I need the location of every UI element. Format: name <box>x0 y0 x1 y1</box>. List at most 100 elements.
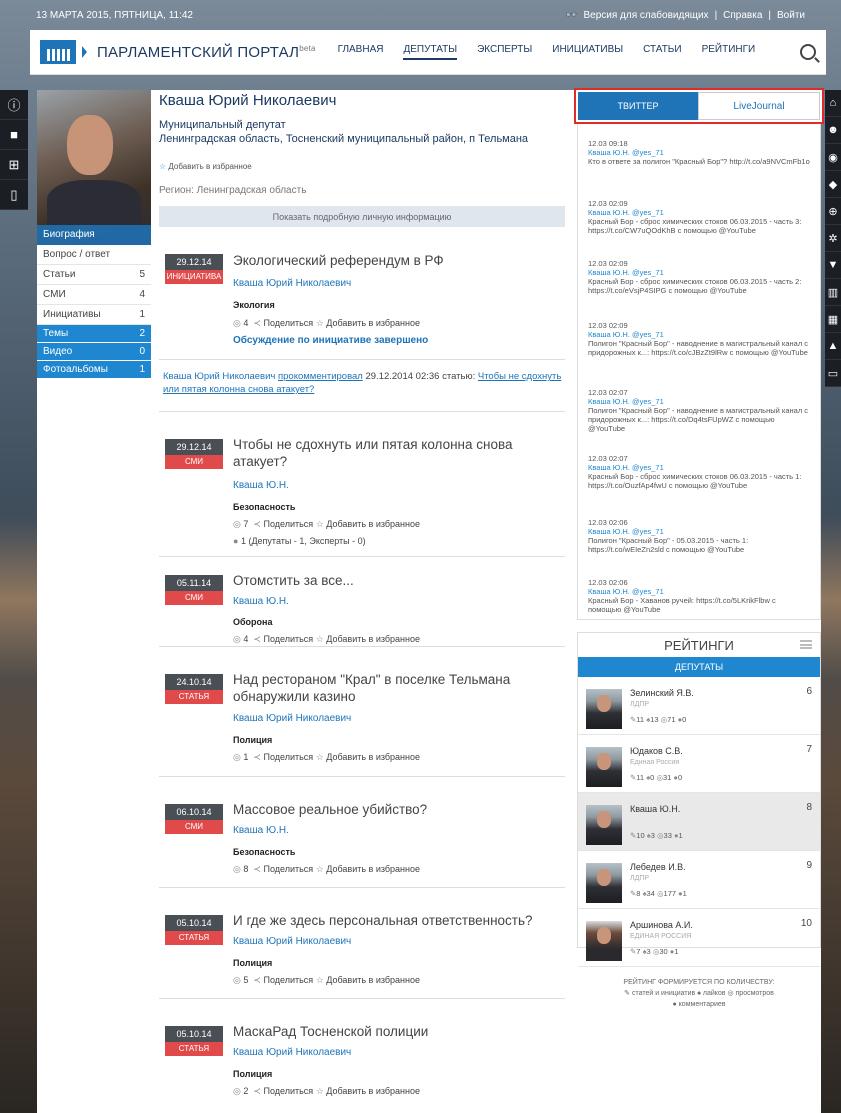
favorite-button[interactable]: Добавить в избранное <box>326 864 420 874</box>
favorite-button[interactable]: Добавить в избранное <box>326 975 420 985</box>
tree-icon[interactable]: ▲ <box>825 333 841 360</box>
menu-item-media[interactable]: СМИ 4 <box>37 285 151 305</box>
item-author[interactable]: Кваша Юрий Николаевич <box>233 936 351 947</box>
search-icon[interactable] <box>800 44 816 60</box>
profile-sidebar: Биография Вопрос / ответ Статьи 5 СМИ 4 Ин… <box>37 90 151 379</box>
item-author[interactable]: Кваша Юрий Николаевич <box>233 278 351 289</box>
menu-item-qa[interactable]: Вопрос / ответ <box>37 245 151 265</box>
item-title[interactable]: Отомстить за все... <box>233 572 553 589</box>
add-favorite-button[interactable]: ☆ Добавить в избранное <box>159 162 565 171</box>
share-button[interactable]: Поделиться <box>263 634 313 644</box>
tweet: 12.03 02:06 Кваша Ю.Н. @yes_71 Полигон "Кр… <box>588 518 749 554</box>
favorite-button[interactable]: Добавить в избранное <box>326 1086 420 1096</box>
item-title[interactable]: Экологический референдум в РФ <box>233 252 553 269</box>
nav-initiatives[interactable]: ИНИЦИАТИВЫ <box>552 44 623 60</box>
rating-row[interactable]: Юдаков С.В. Единая Россия ✎11 ♠0 ◎31 ●0 7 <box>578 735 820 793</box>
accessibility-link[interactable]: Версия для слабовидящих <box>583 10 708 21</box>
item-meta: ◎ 2 ≺ Поделиться ☆ Добавить в избранное <box>233 1086 421 1096</box>
share-icon: ≺ <box>253 975 261 985</box>
item-tag[interactable]: Экология <box>233 300 275 310</box>
tab-livejournal[interactable]: LiveJournal <box>698 92 820 120</box>
menu-icon[interactable] <box>800 640 812 649</box>
portal-title[interactable]: ПАРЛАМЕНТСКИЙ ПОРТАЛbeta <box>97 44 316 61</box>
item-author[interactable]: Кваша Ю.Н. <box>233 480 289 491</box>
share-button[interactable]: Поделиться <box>263 318 313 328</box>
item-author[interactable]: Кваша Юрий Николаевич <box>233 713 351 724</box>
show-info-button[interactable]: Показать подробную личную информацию <box>159 206 565 227</box>
menu-item-video[interactable]: Видео 0 <box>37 343 151 361</box>
video-icon[interactable]: ■ <box>0 120 28 150</box>
location-icon[interactable]: ◉ <box>825 144 841 171</box>
eye-icon: ◎ <box>727 990 734 997</box>
people-icon[interactable]: ☻ <box>825 117 841 144</box>
profile-photo: Биография <box>37 90 151 245</box>
star-icon: ☆ <box>315 975 324 985</box>
calendar-icon[interactable]: ▦ <box>825 306 841 333</box>
favorite-button[interactable]: Добавить в избранное <box>326 318 420 328</box>
share-button[interactable]: Поделиться <box>263 1086 313 1096</box>
favorite-button[interactable]: Добавить в избранное <box>326 752 420 762</box>
chat-icon[interactable]: ▭ <box>825 360 841 387</box>
avatar <box>586 747 622 787</box>
deputy-role: Муниципальный депутат Ленинградская облас… <box>159 119 529 145</box>
rating-row-selected[interactable]: Кваша Ю.Н. ✎10 ♠3 ◎33 ●1 8 <box>578 793 820 851</box>
book-icon[interactable]: ⊞ <box>0 150 28 180</box>
item-title[interactable]: И где же здесь персональная ответственно… <box>233 912 563 929</box>
menu-item-topics[interactable]: Темы 2 <box>37 325 151 343</box>
item-tag[interactable]: Безопасность <box>233 502 295 512</box>
share-button[interactable]: Поделиться <box>263 975 313 985</box>
tweet: 12.03 09:18 Кваша Ю.Н. @yes_71 Кто в ответ… <box>588 139 810 166</box>
rating-row[interactable]: Зелинский Я.В. ЛДПР ✎11 ♠13 ◎71 ●0 6 <box>578 677 820 735</box>
item-author[interactable]: Кваша Ю.Н. <box>233 596 289 607</box>
share-button[interactable]: Поделиться <box>263 519 313 529</box>
share-button[interactable]: Поделиться <box>263 752 313 762</box>
star-icon: ☆ <box>315 519 324 529</box>
tab-deputies[interactable]: ДЕПУТАТЫ <box>578 657 820 677</box>
tweet: 12.03 02:07 Кваша Ю.Н. @yes_71 Полигон "Кр… <box>588 388 809 433</box>
feed-item: 29.12.14 ИНИЦИАТИВА Экологический референ… <box>159 227 565 360</box>
item-tag[interactable]: Безопасность <box>233 847 295 857</box>
menu-item-initiatives[interactable]: Инициативы 1 <box>37 305 151 325</box>
tag-icon[interactable]: ◆ <box>825 171 841 198</box>
avatar <box>586 863 622 903</box>
item-author[interactable]: Кваша Юрий Николаевич <box>233 1047 351 1058</box>
menu-item-albums[interactable]: Фотоальбомы 1 <box>37 361 151 379</box>
item-author[interactable]: Кваша Ю.Н. <box>233 825 289 836</box>
gear-icon[interactable]: ✲ <box>825 225 841 252</box>
item-title[interactable]: Массовое реальное убийство? <box>233 801 553 818</box>
item-tag[interactable]: Полиция <box>233 735 272 745</box>
item-title[interactable]: Чтобы не сдохнуть или пятая колонна снов… <box>233 436 553 470</box>
shield-icon[interactable]: ▼ <box>825 252 841 279</box>
tab-twitter[interactable]: ТВИТТЕР <box>578 92 698 120</box>
item-tag[interactable]: Полиция <box>233 958 272 968</box>
mobile-icon[interactable]: ▯ <box>0 180 28 210</box>
menu-item-articles[interactable]: Статьи 5 <box>37 265 151 285</box>
nav-experts[interactable]: ЭКСПЕРТЫ <box>477 44 532 60</box>
rating-row[interactable]: Лебедев И.В. ЛДПР ✎8 ♠34 ◎177 ●1 9 <box>578 851 820 909</box>
biography-link[interactable]: Биография <box>37 225 151 245</box>
star-icon: ☆ <box>315 864 324 874</box>
building-icon[interactable]: ⌂ <box>825 90 841 117</box>
site-header: ПАРЛАМЕНТСКИЙ ПОРТАЛbeta ГЛАВНАЯ ДЕПУТАТ… <box>30 30 826 75</box>
share-button[interactable]: Поделиться <box>263 864 313 874</box>
item-tag[interactable]: Оборона <box>233 617 273 627</box>
favorite-button[interactable]: Добавить в избранное <box>326 519 420 529</box>
item-tag[interactable]: Полиция <box>233 1069 272 1079</box>
parliament-logo-icon[interactable] <box>40 40 76 64</box>
help-link[interactable]: Справка <box>723 10 762 21</box>
nav-articles[interactable]: СТАТЬИ <box>643 44 681 60</box>
nav-home[interactable]: ГЛАВНАЯ <box>338 44 384 60</box>
login-link[interactable]: Войти <box>777 10 805 21</box>
rating-row[interactable]: Аршинова А.И. ЕДИНАЯ РОССИЯ ✎7 ♠3 ◎30 ●1 … <box>578 909 820 967</box>
nav-ratings[interactable]: РЕЙТИНГИ <box>702 44 756 60</box>
eye-icon: ◎ <box>233 752 241 762</box>
datetime: 13 МАРТА 2015, ПЯТНИЦА, 11:42 <box>36 9 193 21</box>
item-title[interactable]: МаскаРад Тосненской полиции <box>233 1023 553 1040</box>
item-title[interactable]: Над рестораном "Крал" в поселке Тельмана… <box>233 671 553 705</box>
info-icon[interactable]: ⓘ <box>0 90 28 120</box>
chart-icon[interactable]: ▥ <box>825 279 841 306</box>
favorite-button[interactable]: Добавить в избранное <box>326 634 420 644</box>
item-meta: ◎ 4 ≺ Поделиться ☆ Добавить в избранное <box>233 318 421 328</box>
nav-deputies[interactable]: ДЕПУТАТЫ <box>403 44 458 60</box>
globe-icon[interactable]: ⊕ <box>825 198 841 225</box>
